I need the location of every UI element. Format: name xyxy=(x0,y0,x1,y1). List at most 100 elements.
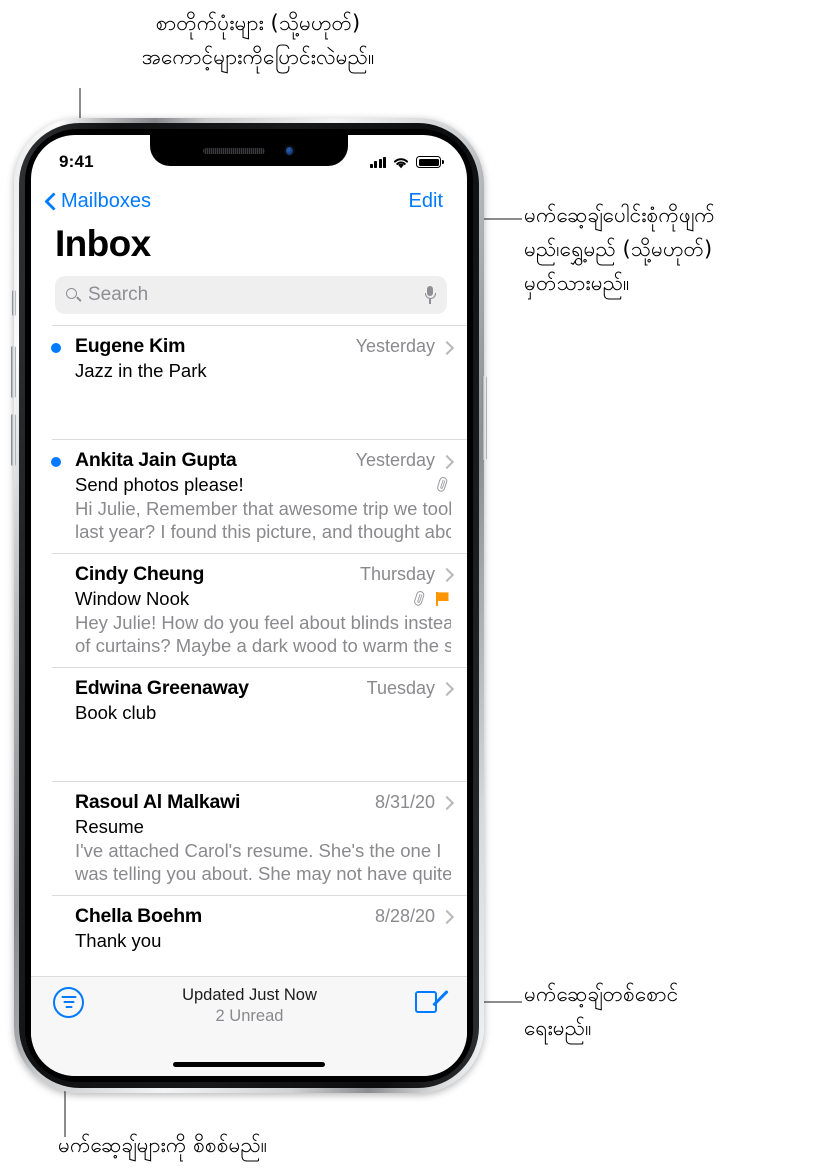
chevron-right-icon[interactable] xyxy=(442,681,451,695)
mail-subject: Thank you xyxy=(75,929,162,951)
unread-dot-icon xyxy=(51,343,61,353)
mail-item-header: Rasoul Al Malkawi 8/31/20 xyxy=(75,791,451,814)
mail-list-item[interactable]: Edwina Greenaway Tuesday Book club xyxy=(52,666,467,781)
battery-full-icon xyxy=(416,156,444,168)
callout-edit-text: မက်ဆေ့ချ်ပေါင်းစုံကိုဖျက် မည်၊ရွှေ့မည် (… xyxy=(524,203,715,296)
mail-item-header: Cindy Cheung Thursday xyxy=(75,563,451,586)
mail-subject: Send photos please! xyxy=(75,474,244,495)
unread-indicator-column xyxy=(52,677,75,772)
power-side-button[interactable] xyxy=(482,376,487,460)
cellular-signal-icon xyxy=(369,156,386,168)
mail-item-markers xyxy=(413,591,451,607)
mute-switch-button[interactable] xyxy=(12,290,16,316)
mail-preview-line: was telling you about. She may not have … xyxy=(75,862,451,884)
mail-subject-row: Send photos please! xyxy=(75,474,451,496)
mail-list-item[interactable]: Cindy Cheung Thursday Window Nook Hey Julie… xyxy=(52,552,467,667)
mail-date: Thursday xyxy=(359,563,435,584)
mail-sender-name: Chella Boehm xyxy=(75,904,203,927)
mail-preview-line: I've attached Carol's resume. She's the … xyxy=(75,839,442,861)
search-field[interactable]: Search xyxy=(55,276,447,314)
updated-status-text: Updated Just Now xyxy=(182,986,317,1004)
mail-list-item[interactable]: Ankita Jain Gupta Yesterday Send photos pl… xyxy=(51,439,467,553)
mail-date: 8/31/20 xyxy=(374,791,435,812)
mail-subject: Jazz in the Park xyxy=(75,360,207,381)
wifi-icon xyxy=(393,157,409,168)
chevron-right-icon[interactable] xyxy=(442,454,451,468)
bottom-toolbar: Updated Just Now 2 Unread xyxy=(31,976,467,1076)
mail-subject-row: Window Nook xyxy=(75,588,451,610)
edit-button[interactable]: Edit xyxy=(409,190,443,213)
earpiece-speaker-icon xyxy=(203,147,265,154)
chevron-right-icon[interactable] xyxy=(442,340,451,354)
mail-date: Tuesday xyxy=(366,677,435,698)
unread-indicator-column xyxy=(52,905,75,976)
attachment-paperclip-icon xyxy=(411,589,428,608)
mail-date-group: 8/31/20 xyxy=(365,792,451,813)
volume-up-button[interactable] xyxy=(11,346,16,398)
back-to-mailboxes-button[interactable]: Mailboxes xyxy=(45,190,151,213)
callout-mailboxes-text: စာတိုက်ပုံးများ (သို့မဟုတ်) အကောင့်များက… xyxy=(141,11,375,70)
chevron-left-icon xyxy=(45,192,56,211)
unread-indicator-column xyxy=(52,791,75,886)
mail-preview-text: I've attached Carol's resume. She's the … xyxy=(75,840,451,886)
mail-date: Yesterday xyxy=(355,450,435,470)
mail-date-group: Tuesday xyxy=(357,678,451,699)
mail-subject: Resume xyxy=(75,815,144,837)
mail-subject-row: Thank you xyxy=(75,930,451,952)
mail-item-header: Edwina Greenaway Tuesday xyxy=(75,677,451,700)
unread-indicator-column xyxy=(52,563,75,658)
mail-preview-spacer xyxy=(75,726,451,772)
mail-list-item[interactable]: Rasoul Al Malkawi 8/31/20 Resume I've attac… xyxy=(52,780,467,895)
mail-subject-row: Book club xyxy=(75,702,451,724)
chevron-right-icon[interactable] xyxy=(442,909,451,923)
mail-subject: Book club xyxy=(75,701,157,723)
unread-indicator-column xyxy=(51,335,75,430)
mail-list-item[interactable]: Eugene Kim Yesterday Jazz in the Park xyxy=(51,325,467,439)
mail-preview-line: of curtains? Maybe a dark wood to warm t… xyxy=(75,634,451,656)
status-bar-indicators xyxy=(369,156,444,169)
compose-icon[interactable] xyxy=(415,988,449,1014)
mail-sender-name: Cindy Cheung xyxy=(75,562,205,585)
home-indicator[interactable] xyxy=(173,1061,325,1067)
mail-item-markers xyxy=(436,477,451,493)
mail-item-header: Eugene Kim Yesterday xyxy=(75,335,451,358)
unread-count-text: 2 Unread xyxy=(215,1007,284,1025)
mail-preview-line: Hey Julie! How do you feel about blinds … xyxy=(75,611,451,633)
status-bar-time: 9:41 xyxy=(59,152,94,171)
chevron-right-icon[interactable] xyxy=(442,567,451,581)
unread-dot-icon xyxy=(51,457,61,467)
microphone-icon[interactable] xyxy=(423,285,437,305)
mail-sender-name: Ankita Jain Gupta xyxy=(75,449,237,471)
navigation-bar: Mailboxes Edit xyxy=(31,181,467,221)
mail-item-content: Cindy Cheung Thursday Window Nook Hey Julie… xyxy=(75,563,451,658)
mailbox-status: Updated Just Now 2 Unread xyxy=(84,986,415,1026)
page-title: Inbox xyxy=(55,223,151,264)
mail-message-list[interactable]: Eugene Kim Yesterday Jazz in the Park Ankit… xyxy=(31,325,467,976)
volume-down-button[interactable] xyxy=(11,414,16,466)
mail-item-content: Ankita Jain Gupta Yesterday Send photos pl… xyxy=(75,449,451,544)
filter-icon[interactable] xyxy=(53,987,84,1018)
mail-list-item[interactable]: Chella Boehm 8/28/20 Thank you xyxy=(52,894,467,976)
callout-compose-text: မက်ဆေ့ချ်တစ်စောင် ရေးမည်။ xyxy=(524,982,679,1041)
mail-subject: Window Nook xyxy=(75,587,190,609)
mail-sender-name: Edwina Greenaway xyxy=(75,676,249,699)
device-screen: 9:41 Mailboxes Edit Inbox Search Eugene … xyxy=(31,135,467,1076)
mail-preview-spacer xyxy=(75,384,451,430)
mail-subject-row: Jazz in the Park xyxy=(75,360,451,382)
mail-date-group: Yesterday xyxy=(346,336,451,357)
mail-date-group: 8/28/20 xyxy=(365,906,451,927)
chevron-right-icon[interactable] xyxy=(442,795,451,809)
unread-indicator-column xyxy=(51,449,75,544)
mail-date-group: Yesterday xyxy=(346,450,451,471)
mail-date-group: Thursday xyxy=(350,564,451,585)
mail-subject-row: Resume xyxy=(75,816,451,838)
mail-date: 8/28/20 xyxy=(374,905,435,926)
callout-filter-text: မက်ဆေ့ချ်များကို စိစစ်မည်။ xyxy=(58,1133,268,1157)
mail-item-content: Eugene Kim Yesterday Jazz in the Park xyxy=(75,335,451,430)
mail-sender-name: Rasoul Al Malkawi xyxy=(75,790,241,813)
mail-item-header: Chella Boehm 8/28/20 xyxy=(75,905,451,928)
mail-item-content: Chella Boehm 8/28/20 Thank you xyxy=(75,905,451,976)
flag-icon xyxy=(436,591,449,607)
mail-sender-name: Eugene Kim xyxy=(75,335,186,357)
attachment-paperclip-icon xyxy=(434,475,451,494)
